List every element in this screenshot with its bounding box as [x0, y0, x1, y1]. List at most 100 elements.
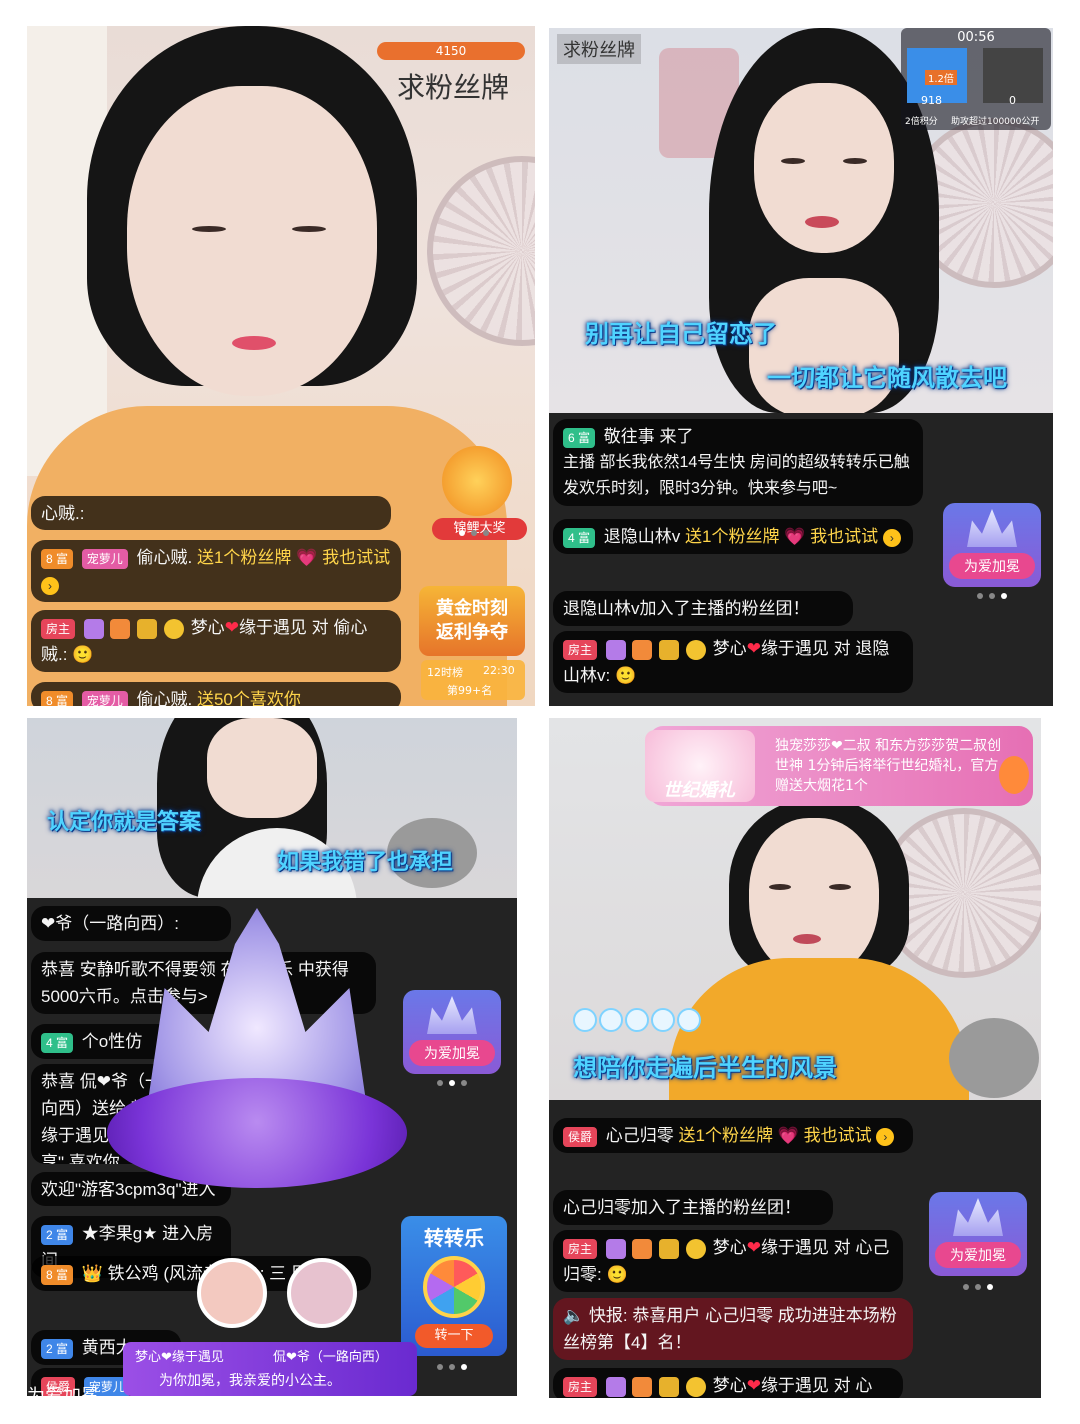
wedding-banner[interactable]: 世纪婚礼 独宠莎莎❤二叔 和东方莎莎贺二叔创世神 1分钟后将举行世纪婚礼，官方赠…	[645, 726, 1033, 806]
medal-icon	[605, 639, 626, 660]
message-body: 快报: 恭喜用户 心己归零 成功进驻本场粉丝榜第【4】名！	[563, 1306, 897, 1352]
lyric-line: 认定你就是答案	[47, 809, 202, 834]
stream-panel-bottom-left: 认定你就是答案 如果我错了也承担 ❤爷（一路向西）: 恭喜 安静听歌不得要领 在…	[27, 718, 517, 1396]
medal-icon	[605, 1238, 626, 1259]
chevron-right-icon: ›	[41, 576, 59, 595]
crown-icon: 👑	[81, 1264, 103, 1283]
medal-icon	[83, 618, 104, 639]
username-suffix: 缘于遇见	[760, 639, 829, 658]
try-too-link[interactable]: 我也试试	[322, 548, 390, 567]
level-badge: 8 富	[41, 548, 74, 569]
chat-area[interactable]: 侯爵 心己归零 送1个粉丝牌 💗 我也试试 › 心己归零加入了主播的粉丝团！ 房…	[549, 1100, 1041, 1398]
spin-button[interactable]: 转一下	[415, 1324, 493, 1348]
medal-icon	[110, 618, 131, 639]
chat-message[interactable]: 8 富 宠萝儿 偷心贼. 送1个粉丝牌 💗 我也试试 ›	[31, 540, 401, 602]
try-too-link[interactable]: 我也试试	[810, 527, 878, 546]
message-body: 主播 部长我依然14号生快 房间的超级转转乐已触发欢乐时刻，限时3分钟。快来参与…	[563, 454, 910, 497]
golden-promo-text: 黄金时刻 返利争夺	[436, 598, 508, 642]
rank-box[interactable]: 12时榜 22:30 第99+名	[421, 660, 525, 700]
stream-panel-bottom-right: 世纪婚礼 独宠莎莎❤二叔 和东方莎莎贺二叔创世神 1分钟后将举行世纪婚礼，官方赠…	[549, 718, 1041, 1398]
fan-badge-request: 求粉丝牌	[557, 34, 641, 64]
emoji-icon: 🙂	[606, 1265, 628, 1284]
heart-icon: ❤	[746, 1238, 761, 1257]
chat-message[interactable]: 房主 梦心❤缘于遇见 对 退隐山林v: 🙂	[553, 631, 913, 693]
wedding-notice: 独宠莎莎❤二叔 和东方莎莎贺二叔创世神 1分钟后将举行世纪婚礼，官方赠送大烟花1…	[775, 738, 1002, 794]
golden-promo-banner[interactable]: 黄金时刻 返利争夺	[419, 586, 525, 656]
chat-area[interactable]: ❤爷（一路向西）: 恭喜 安静听歌不得要领 在 转转乐 中获得5000六币。点击…	[27, 898, 517, 1396]
promo-pager	[459, 530, 489, 536]
chat-message[interactable]: 4 富 退隐山林v 送1个粉丝牌 💗 我也试试 ›	[553, 519, 913, 554]
lyric-line: 一切都让它随风散去吧	[767, 365, 1007, 392]
promo-pager	[437, 1364, 467, 1370]
chat-message[interactable]: 心己归零加入了主播的粉丝团！	[553, 1190, 833, 1225]
star-icon	[685, 639, 706, 660]
fan-badge-request: 求粉丝牌	[397, 72, 510, 103]
medal-icon	[137, 618, 158, 639]
message-body: 送1个粉丝牌	[196, 548, 292, 567]
crown-icon	[953, 1198, 1003, 1236]
message-body: 送1个粉丝牌	[678, 1126, 773, 1145]
chat-message[interactable]: 6 富 敬往事 来了 主播 部长我依然14号生快 房间的超级转转乐已触发欢乐时刻…	[553, 419, 923, 506]
video-feed: 世纪婚礼 独宠莎莎❤二叔 和东方莎莎贺二叔创世神 1分钟后将举行世纪婚礼，官方赠…	[549, 718, 1041, 1100]
level-badge: 4 富	[41, 1032, 74, 1053]
lyric-line: 别再让自己留恋了	[585, 321, 777, 348]
promo-pager	[963, 1284, 993, 1290]
chat-message[interactable]: 退隐山林v加入了主播的粉丝团！	[553, 591, 853, 626]
gift-icon: 💗	[784, 527, 806, 546]
pk-score-left: 918	[921, 94, 942, 107]
tag-badge: 宠萝儿	[81, 548, 128, 569]
level-badge: 房主	[41, 618, 76, 639]
chat-message[interactable]: 房主 梦心❤缘于遇见 对 偷心贼.: 🙂	[31, 610, 401, 672]
crown-gift-button[interactable]: 为爱加冕	[929, 1192, 1027, 1276]
duo-left-name: 梦心❤缘于遇见	[135, 1349, 224, 1364]
duo-avatars	[137, 1258, 417, 1348]
chevron-right-icon: ›	[882, 528, 901, 547]
medal-icon	[659, 639, 680, 660]
message-body: 退隐山林v加入了主播的粉丝团！	[563, 599, 810, 618]
username[interactable]: 梦心	[713, 1376, 747, 1395]
medal-icon	[605, 1376, 626, 1397]
try-too-link[interactable]: 我也试试	[804, 1126, 872, 1145]
crown-gift-button[interactable]: 为爱加冕	[403, 990, 501, 1074]
emoji-icon: 🙂	[72, 645, 94, 664]
username[interactable]: 梦心	[713, 1238, 747, 1257]
chat-message[interactable]: 房主 梦心❤缘于遇见 对 心	[553, 1368, 903, 1398]
spin-label: 转转乐	[424, 1228, 484, 1250]
chat-message[interactable]: 房主 梦心❤缘于遇见 对 心己归零: 🙂	[553, 1230, 903, 1292]
username[interactable]: 梦心	[713, 639, 747, 658]
video-feed: 求粉丝牌 00:56 1.2倍 918 0 2倍积分 助攻超过100000公开 …	[549, 28, 1053, 413]
lyric-line: 想陪你走遍后半生的风景	[573, 1055, 837, 1082]
level-badge: 8 富	[41, 690, 74, 706]
pk-panel[interactable]: 00:56 1.2倍 918 0 2倍积分 助攻超过100000公开	[901, 28, 1051, 130]
chat-message[interactable]: 8 富 宠萝儿 偷心贼. 送50个喜欢你	[31, 682, 401, 706]
pk-score-right: 0	[1009, 94, 1016, 107]
heart-icon: ❤	[746, 639, 761, 658]
news-flash[interactable]: 🔈 快报: 恭喜用户 心己归零 成功进驻本场粉丝榜第【4】名！	[553, 1298, 913, 1360]
username[interactable]: 退隐山林v	[604, 527, 681, 546]
chat-message[interactable]: 侯爵 心己归零 送1个粉丝牌 💗 我也试试 ›	[553, 1118, 913, 1153]
level-badge: 2 富	[41, 1224, 74, 1245]
medal-icon	[632, 1238, 653, 1259]
level-badge: 6 富	[563, 427, 596, 448]
mic	[949, 1018, 1039, 1098]
koi-prize-button[interactable]: 锦鲤大奖	[432, 446, 527, 541]
username-suffix: 缘于遇见	[760, 1238, 829, 1257]
pk-left-label: 2倍积分	[905, 117, 938, 127]
medal-icon	[659, 1238, 680, 1259]
medal-icon	[659, 1376, 680, 1397]
promo-pager	[977, 593, 1007, 599]
username[interactable]: 偷心贼.	[137, 548, 193, 567]
gift-icon: 💗	[296, 548, 318, 567]
crown-gift-label: 为爱加冕	[949, 553, 1035, 579]
username[interactable]: 梦心	[191, 618, 225, 637]
bubble-row	[573, 1008, 701, 1032]
username[interactable]: 心己归零	[606, 1126, 674, 1145]
stream-panel-top-left: 4150 求粉丝牌 锦鲤大奖 黄金时刻 返利争夺 12时榜 22:30 第99+…	[27, 26, 535, 706]
username[interactable]: 偷心贼.	[137, 690, 193, 706]
crown-gift-button[interactable]: 为爱加冕	[943, 503, 1041, 587]
username-suffix: 缘于遇见	[760, 1376, 829, 1395]
username[interactable]: 敬往事 来了	[604, 427, 694, 446]
chevron-right-icon: ›	[876, 1127, 895, 1146]
chat-message[interactable]: 心贼.:	[31, 496, 391, 530]
chat-area[interactable]: 6 富 敬往事 来了 主播 部长我依然14号生快 房间的超级转转乐已触发欢乐时刻…	[549, 413, 1053, 706]
